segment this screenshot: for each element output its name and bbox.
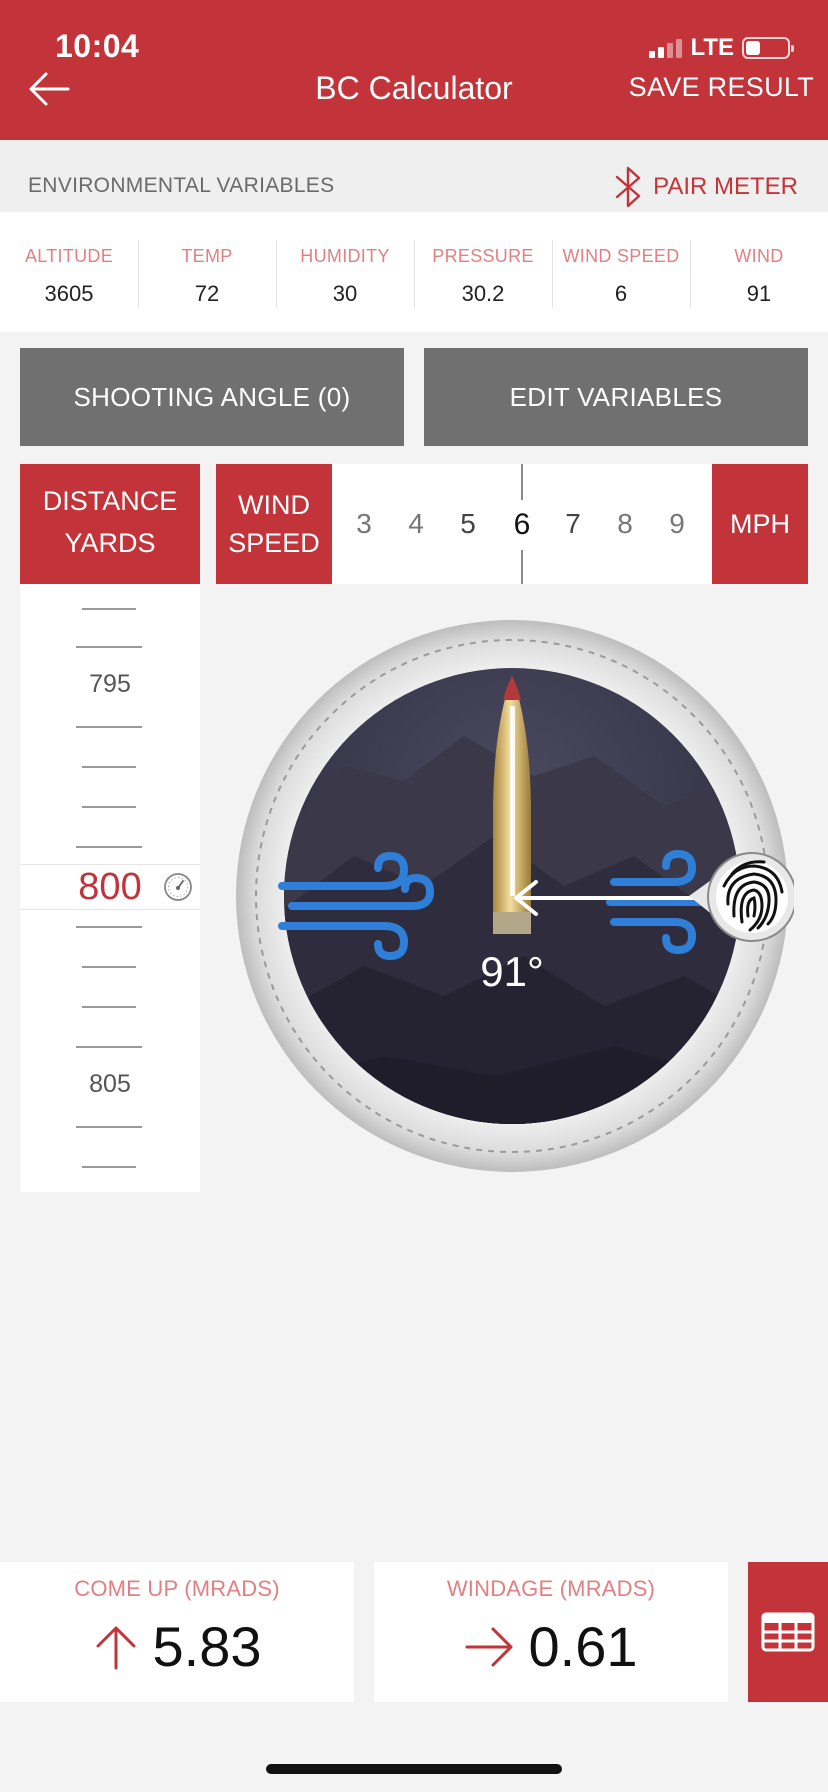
come-up-value-row: 5.83 (0, 1614, 354, 1679)
wind-speed-option[interactable]: 5 (453, 508, 483, 540)
distance-label-below: 805 (89, 1070, 131, 1098)
save-result-button[interactable]: SAVE RESULT (629, 72, 814, 103)
wind-speed-header: WIND SPEED (216, 464, 332, 584)
pair-meter-label: PAIR METER (653, 173, 798, 200)
tick-mark (76, 846, 142, 848)
tick-mark (76, 646, 142, 648)
arrow-up-icon (96, 1626, 135, 1669)
variable-label: TEMP (181, 246, 233, 266)
status-time: 10:04 (55, 28, 140, 64)
edit-variables-button[interactable]: EDIT VARIABLES (424, 348, 808, 446)
distance-header-line2: YARDS (64, 528, 156, 558)
variable-value: 6 (614, 281, 628, 306)
signal-icon (649, 38, 683, 58)
variable-temp: TEMP 72 (138, 212, 276, 332)
shooting-angle-button[interactable]: SHOOTING ANGLE (0) (20, 348, 404, 446)
variable-label: PRESSURE (432, 246, 534, 266)
distance-label-above: 795 (89, 670, 131, 698)
environment-label: ENVIRONMENTAL VARIABLES (28, 174, 335, 197)
come-up-value: 5.83 (152, 1615, 262, 1678)
wind-speed-selected[interactable]: 6 (507, 508, 537, 542)
tick-mark (76, 1046, 142, 1048)
environment-bar: ENVIRONMENTAL VARIABLES PAIR METER (0, 140, 828, 212)
variable-value: 3605 (44, 281, 94, 306)
wind-speed-header-line2: SPEED (228, 528, 320, 558)
wind-speed-indicator (521, 464, 523, 500)
tick-mark (76, 726, 142, 728)
variable-value: 91 (746, 281, 772, 306)
battery-icon (742, 37, 794, 59)
tick-mark (82, 608, 136, 610)
wind-speed-option[interactable]: 3 (349, 508, 379, 540)
tick-mark (82, 1166, 136, 1168)
wind-speed-picker[interactable]: 3 4 5 6 7 8 9 (332, 464, 712, 584)
unit-mph-button[interactable]: MPH (712, 464, 808, 584)
variables-row: ALTITUDE 3605 TEMP 72 HUMIDITY 30 PRESSU… (0, 212, 828, 332)
windage-value: 0.61 (528, 1615, 638, 1678)
windage-value-row: 0.61 (374, 1614, 728, 1679)
variable-wind-speed: WIND SPEED 6 (552, 212, 690, 332)
network-label: LTE (690, 34, 734, 61)
wind-speed-option[interactable]: 9 (662, 508, 692, 540)
variable-label: ALTITUDE (24, 246, 114, 266)
wind-direction-dial[interactable]: 91° (234, 616, 794, 1176)
variable-label: WIND (734, 246, 784, 266)
wind-speed-header-line1: WIND (238, 490, 310, 520)
tick-mark (82, 766, 136, 768)
variable-value: 72 (194, 281, 220, 306)
table-button[interactable] (748, 1562, 828, 1702)
variable-altitude: ALTITUDE 3605 (0, 212, 138, 332)
tick-mark (76, 926, 142, 928)
variable-label: WIND SPEED (562, 246, 680, 266)
home-indicator[interactable] (266, 1764, 562, 1774)
wind-speed-indicator (521, 550, 523, 584)
bluetooth-icon (615, 166, 641, 208)
app-header: 10:04 LTE BC Calculator SAVE RESULT (0, 0, 828, 140)
distance-header: DISTANCE YARDS (20, 464, 200, 584)
come-up-result: COME UP (MRADS) 5.83 (0, 1562, 354, 1702)
come-up-label: COME UP (MRADS) (74, 1576, 280, 1601)
tick-mark (82, 966, 136, 968)
wind-speed-option[interactable]: 7 (558, 508, 588, 540)
variable-value: 30 (332, 281, 358, 306)
tick-mark (82, 806, 136, 808)
variable-humidity: HUMIDITY 30 (276, 212, 414, 332)
variable-value: 30.2 (461, 281, 505, 306)
gauge-icon[interactable] (162, 871, 194, 903)
status-indicators: LTE (649, 34, 794, 62)
distance-header-line1: DISTANCE (42, 486, 178, 516)
variable-label: HUMIDITY (300, 246, 390, 266)
arrow-right-icon (465, 1627, 512, 1666)
variable-wind: WIND 91 (690, 212, 828, 332)
wind-angle-label: 91° (480, 948, 544, 995)
windage-result: WINDAGE (MRADS) 0.61 (374, 1562, 728, 1702)
tick-mark (82, 1006, 136, 1008)
tick-mark (76, 1126, 142, 1128)
pair-meter-button[interactable]: PAIR METER (613, 166, 798, 208)
wind-speed-option[interactable]: 8 (610, 508, 640, 540)
wind-speed-option[interactable]: 4 (401, 508, 431, 540)
distance-picker[interactable]: 795 800 805 (20, 584, 200, 1192)
variable-pressure: PRESSURE 30.2 (414, 212, 552, 332)
windage-label: WINDAGE (MRADS) (446, 1576, 656, 1601)
table-icon (761, 1612, 815, 1652)
